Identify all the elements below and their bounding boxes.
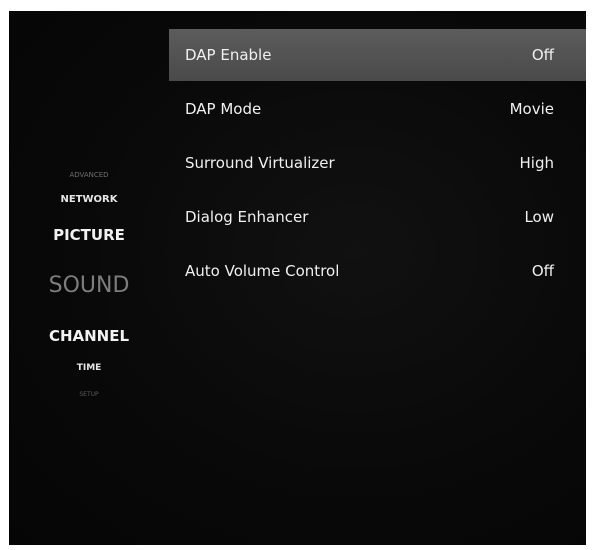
menu-row-label: Dialog Enhancer: [185, 208, 309, 226]
menu-row-surround-virtualizer[interactable]: Surround Virtualizer High: [169, 137, 586, 189]
menu-row-dialog-enhancer[interactable]: Dialog Enhancer Low: [169, 191, 586, 243]
menu-row-label: Surround Virtualizer: [185, 154, 335, 172]
category-sidebar: ADVANCED NETWORK PICTURE SOUND CHANNEL T…: [9, 11, 169, 545]
menu-row-label: DAP Mode: [185, 100, 262, 118]
menu-row-dap-enable[interactable]: DAP Enable Off: [169, 29, 586, 81]
menu-row-value: Low: [524, 208, 554, 226]
sidebar-item-advanced[interactable]: ADVANCED: [9, 172, 169, 179]
menu-row-value: Movie: [509, 100, 554, 118]
menu-row-value: Off: [531, 46, 554, 64]
menu-row-value: High: [519, 154, 554, 172]
sidebar-item-time[interactable]: TIME: [9, 364, 169, 373]
sidebar-item-channel[interactable]: CHANNEL: [9, 329, 169, 344]
menu-row-label: Auto Volume Control: [185, 262, 340, 280]
sidebar-item-picture[interactable]: PICTURE: [9, 228, 169, 243]
sidebar-item-setup[interactable]: SETUP: [9, 392, 169, 398]
tv-screen: ADVANCED NETWORK PICTURE SOUND CHANNEL T…: [9, 11, 586, 545]
menu-row-auto-volume-control[interactable]: Auto Volume Control Off: [169, 245, 586, 297]
menu-row-label: DAP Enable: [185, 46, 272, 64]
menu-row-dap-mode[interactable]: DAP Mode Movie: [169, 83, 586, 135]
sound-settings-menu: DAP Enable Off DAP Mode Movie Surround V…: [169, 29, 586, 299]
sidebar-item-sound[interactable]: SOUND: [9, 275, 169, 297]
menu-row-value: Off: [531, 262, 554, 280]
sidebar-item-network[interactable]: NETWORK: [9, 195, 169, 205]
